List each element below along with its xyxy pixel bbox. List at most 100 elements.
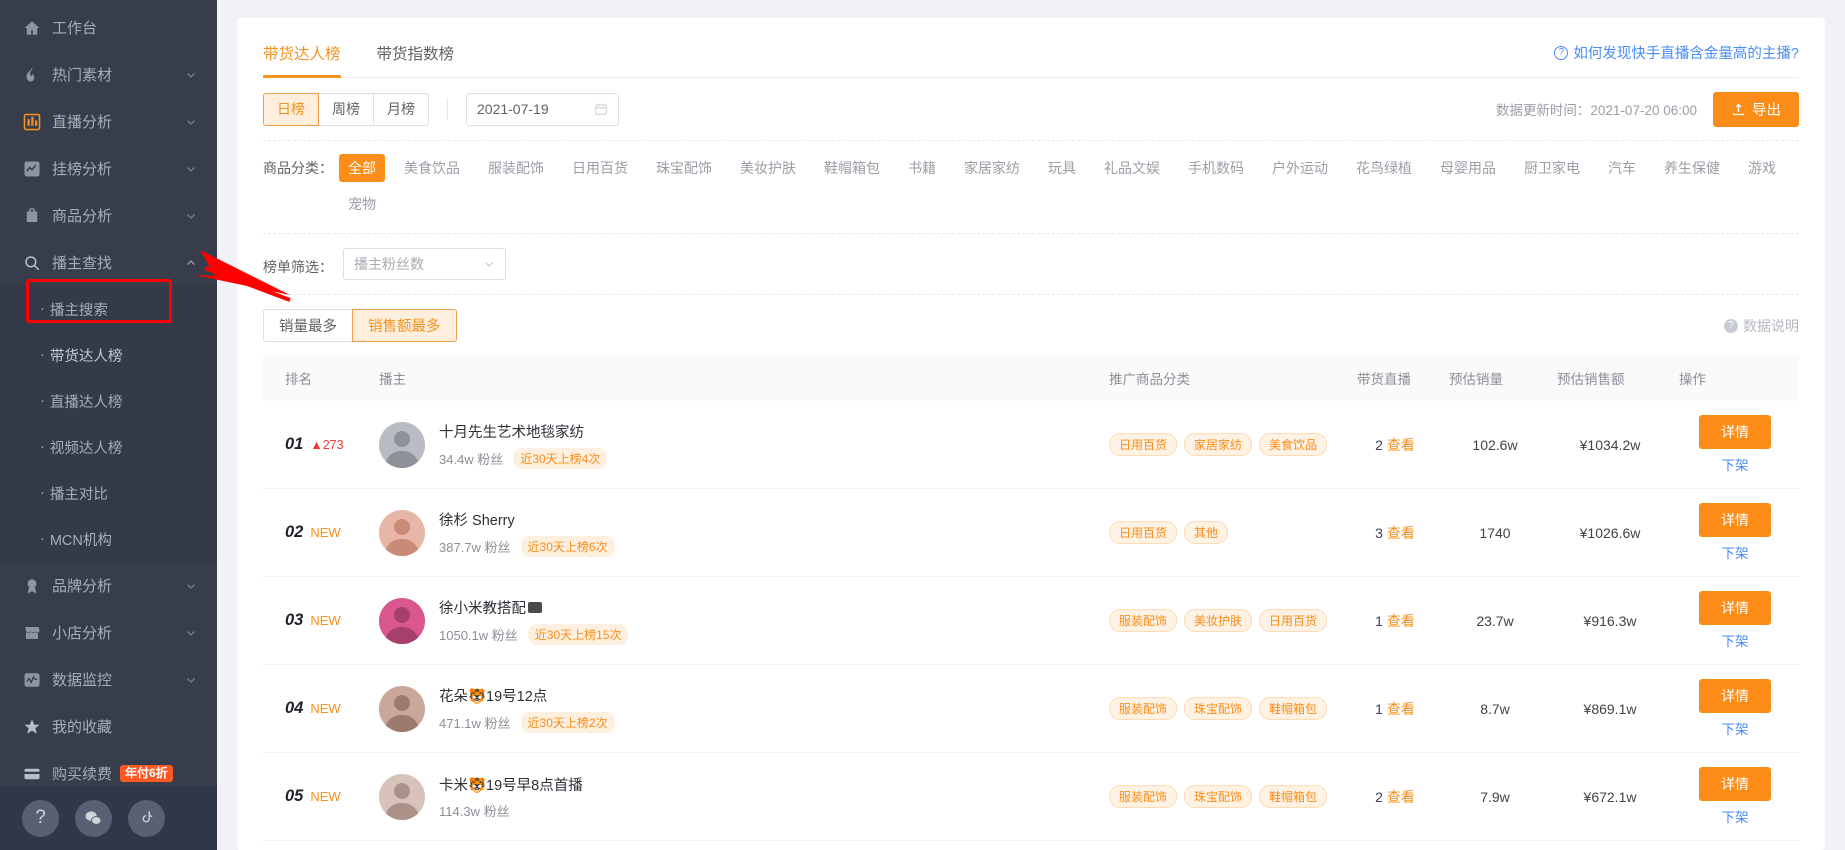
sidebar-item-hot-material[interactable]: 热门素材 (0, 51, 217, 98)
period-day-button[interactable]: 日榜 (263, 92, 319, 126)
category-chip[interactable]: 汽车 (1599, 154, 1645, 182)
sort-by-sales-amount-button[interactable]: 销售额最多 (352, 309, 457, 342)
view-live-link[interactable]: 查看 (1387, 525, 1415, 541)
ontop-badge: 近30天上榜15次 (527, 623, 629, 645)
list-filter-select[interactable]: 播主粉丝数 (343, 248, 506, 280)
sidebar-item-live-talent-rank[interactable]: · 直播达人榜 (0, 378, 217, 424)
category-chip[interactable]: 美食饮品 (395, 154, 469, 182)
sort-by-sales-count-button[interactable]: 销量最多 (263, 309, 353, 342)
fans-count: 114.3w 粉丝 (439, 803, 510, 819)
offshelf-link[interactable]: 下架 (1722, 806, 1749, 826)
sidebar-item-rank-analysis[interactable]: 挂榜分析 (0, 145, 217, 192)
sidebar-item-my-favorites[interactable]: 我的收藏 (0, 703, 217, 750)
category-chip[interactable]: 美妆护肤 (731, 154, 805, 182)
avatar[interactable] (379, 421, 425, 468)
category-tag: 日用百货 (1259, 609, 1328, 632)
category-chip[interactable]: 家居家纺 (955, 154, 1029, 182)
category-chip[interactable]: 玩具 (1039, 154, 1085, 182)
offshelf-link[interactable]: 下架 (1722, 454, 1749, 474)
howto-link[interactable]: ? 如何发现快手直播含金量高的主播? (1554, 42, 1799, 63)
sidebar-item-shop-analysis[interactable]: 小店分析 (0, 609, 217, 656)
cell-rank: 01 ▲273 (263, 401, 371, 489)
avatar[interactable] (379, 773, 425, 820)
host-info[interactable]: 徐小米教搭配 1050.1w 粉丝 近30天上榜15次 (379, 597, 1093, 645)
category-chip[interactable]: 户外运动 (1263, 154, 1337, 182)
category-chip[interactable]: 宠物 (339, 190, 385, 218)
cell-est-sales: 1740 (1441, 488, 1549, 577)
sidebar-item-live-analysis[interactable]: 直播分析 (0, 98, 217, 145)
tab-daihuo-talent-rank[interactable]: 带货达人榜 (263, 42, 341, 78)
view-live-link[interactable]: 查看 (1387, 701, 1415, 717)
sidebar-item-video-talent-rank[interactable]: · 视频达人榜 (0, 424, 217, 470)
category-chip[interactable]: 日用百货 (563, 154, 637, 182)
category-chip[interactable]: 花鸟绿植 (1347, 154, 1421, 182)
tab-daihuo-index-rank[interactable]: 带货指数榜 (377, 42, 455, 77)
category-chip[interactable]: 手机数码 (1179, 154, 1253, 182)
sidebar-item-daihuo-rank[interactable]: · 带货达人榜 (0, 332, 217, 378)
sidebar-item-host-search[interactable]: · 播主搜索 (0, 286, 217, 332)
detail-button[interactable]: 详情 (1699, 415, 1771, 449)
sidebar-item-product-analysis[interactable]: 商品分析 (0, 192, 217, 239)
view-live-link[interactable]: 查看 (1387, 789, 1415, 805)
operation-wrapper: 详情 下架 (1679, 503, 1791, 562)
detail-button[interactable]: 详情 (1699, 591, 1771, 625)
sidebar-item-brand-analysis[interactable]: 品牌分析 (0, 562, 217, 609)
host-info[interactable]: 卡米🐯19号早8点首播 114.3w 粉丝 (379, 773, 1093, 820)
category-chip[interactable]: 游戏 (1739, 154, 1785, 182)
sidebar-item-host-find[interactable]: 播主查找 (0, 239, 217, 286)
cell-est-amount: ¥1026.6w (1549, 488, 1671, 577)
sidebar-item-mcn-agency[interactable]: · MCN机构 (0, 516, 217, 562)
category-chip[interactable]: 全部 (339, 154, 385, 182)
category-tag: 鞋帽箱包 (1259, 785, 1328, 808)
host-name[interactable]: 卡米🐯19号早8点首播 (439, 774, 583, 795)
host-info[interactable]: 十月先生艺术地毯家纺 34.4w 粉丝 近30天上榜4次 (379, 421, 1093, 469)
export-button[interactable]: 导出 (1713, 91, 1799, 127)
view-live-link[interactable]: 查看 (1387, 613, 1415, 629)
host-info[interactable]: 花朵🐯19号12点 471.1w 粉丝 近30天上榜2次 (379, 685, 1093, 733)
sidebar-item-host-compare[interactable]: · 播主对比 (0, 470, 217, 516)
host-name[interactable]: 十月先生艺术地毯家纺 (439, 421, 607, 442)
promo-badge: 年付6折 (120, 765, 173, 782)
detail-button[interactable]: 详情 (1699, 767, 1771, 801)
sidebar-item-label: 直播分析 (52, 114, 113, 131)
category-chip[interactable]: 礼品文娱 (1095, 154, 1169, 182)
update-time-text: 数据更新时间：2021-07-20 06:00 (1495, 103, 1697, 118)
category-tag: 家居家纺 (1184, 433, 1253, 456)
detail-button[interactable]: 详情 (1699, 679, 1771, 713)
category-chip[interactable]: 养生保健 (1655, 154, 1729, 182)
period-month-button[interactable]: 月榜 (373, 92, 429, 126)
category-chip[interactable]: 母婴用品 (1431, 154, 1505, 182)
data-note-link[interactable]: ? 数据说明 (1724, 316, 1799, 336)
avatar[interactable] (379, 597, 425, 644)
offshelf-link[interactable]: 下架 (1722, 542, 1749, 562)
ontop-badge: 近30天上榜6次 (520, 535, 615, 557)
category-chip[interactable]: 珠宝配饰 (647, 154, 721, 182)
host-name[interactable]: 花朵🐯19号12点 (439, 685, 615, 706)
avatar[interactable] (379, 509, 425, 556)
sidebar-item-workbench[interactable]: 工作台 (0, 4, 217, 51)
offshelf-link[interactable]: 下架 (1722, 718, 1749, 738)
sidebar-item-purchase-renew[interactable]: 购买续费 年付6折 (0, 750, 217, 786)
wechat-icon[interactable] (75, 799, 112, 837)
live-count-value: 1 (1375, 612, 1383, 629)
view-live-link[interactable]: 查看 (1387, 437, 1415, 453)
host-text: 十月先生艺术地毯家纺 34.4w 粉丝 近30天上榜4次 (439, 421, 608, 469)
douyin-icon[interactable] (128, 799, 165, 837)
host-text: 花朵🐯19号12点 471.1w 粉丝 近30天上榜2次 (439, 685, 615, 733)
fire-icon (22, 65, 41, 84)
question-icon[interactable]: ? (22, 799, 59, 837)
detail-button[interactable]: 详情 (1699, 503, 1771, 537)
sidebar-item-data-monitor[interactable]: 数据监控 (0, 656, 217, 703)
category-chip[interactable]: 书籍 (899, 154, 945, 182)
host-name[interactable]: 徐杉 Sherry (439, 509, 615, 530)
category-chip[interactable]: 厨卫家电 (1515, 154, 1589, 182)
category-chip[interactable]: 鞋帽箱包 (815, 154, 889, 182)
avatar[interactable] (379, 685, 425, 732)
category-list: 全部 美食饮品 服装配饰 日用百货 珠宝配饰 美妆护肤 鞋帽箱包 书籍 家居家纺 玩具 礼品文娱 手机… (339, 153, 1799, 225)
offshelf-link[interactable]: 下架 (1722, 630, 1749, 650)
host-info[interactable]: 徐杉 Sherry 387.7w 粉丝 近30天上榜6次 (379, 509, 1093, 557)
period-week-button[interactable]: 周榜 (318, 92, 374, 126)
date-picker[interactable]: 2021-07-19 (466, 92, 619, 126)
host-name[interactable]: 徐小米教搭配 (439, 597, 628, 618)
category-chip[interactable]: 服装配饰 (479, 154, 553, 182)
